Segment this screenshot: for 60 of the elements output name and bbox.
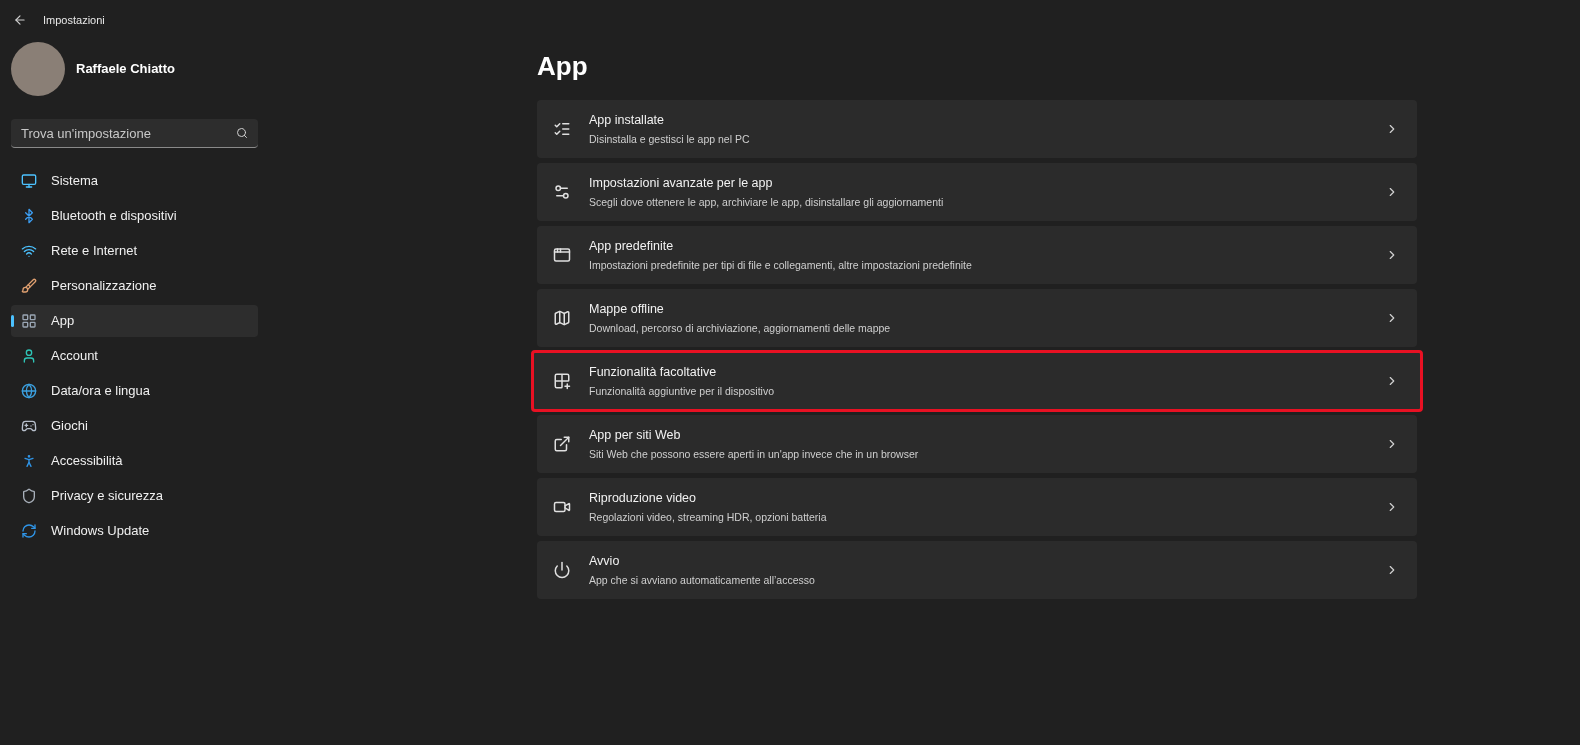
user-name: Raffaele Chiatto — [76, 60, 175, 79]
nav-item[interactable]: Data/ora e lingua — [11, 375, 258, 407]
person-icon — [21, 453, 37, 469]
card-subtitle: Regolazioni video, streaming HDR, opzioni batteria — [589, 509, 828, 525]
settings-card[interactable]: Mappe offline Download, percorso di archiviazione, aggiornamenti delle mappe — [537, 289, 1417, 347]
settings-card[interactable]: Funzionalità facoltative Funzionalità aggiuntive per il dispositivo — [531, 350, 1423, 412]
nav-item[interactable]: Bluetooth e dispositivi — [11, 200, 258, 232]
nav-item[interactable]: Windows Update — [11, 515, 258, 547]
card-subtitle: Funzionalità aggiuntive per il dispositivo — [589, 383, 776, 399]
settings-card[interactable]: Avvio App che si avviano automaticamente all’accesso — [537, 541, 1417, 599]
selection-indicator — [11, 315, 14, 327]
avatar — [11, 42, 65, 96]
card-subtitle: App che si avviano automaticamente all’accesso — [589, 572, 816, 588]
page-title: App — [537, 50, 589, 82]
card-subtitle: Impostazioni predefinite per tipi di file e collegamenti, altre impostazioni predefinite — [589, 257, 973, 273]
settings-icon — [553, 183, 571, 201]
search-icon[interactable] — [236, 127, 248, 139]
settings-card[interactable]: Riproduzione video Regolazioni video, streaming HDR, opzioni batteria — [537, 478, 1417, 536]
monitor-icon — [21, 173, 37, 189]
nav-item[interactable]: Rete e Internet — [11, 235, 258, 267]
nav-item[interactable]: Personalizzazione — [11, 270, 258, 302]
nav-item[interactable]: Accessibilità — [11, 445, 258, 477]
card-title: App installate — [589, 111, 666, 129]
card-title: App predefinite — [589, 237, 675, 255]
card-subtitle: Download, percorso di archiviazione, aggiornamenti delle mappe — [589, 320, 892, 336]
external-link-icon — [553, 435, 571, 453]
back-icon[interactable] — [13, 13, 27, 27]
card-title: App per siti Web — [589, 426, 682, 444]
card-subtitle: Scegli dove ottenere le app, archiviare le app, disinstallare gli aggiornamenti — [589, 194, 945, 210]
settings-card[interactable]: App per siti Web Siti Web che possono essere aperti in un'app invece che in un browser — [537, 415, 1417, 473]
nav-item[interactable]: App — [11, 305, 258, 337]
card-subtitle: Disinstalla e gestisci le app nel PC — [589, 131, 751, 147]
card-title: Mappe offline — [589, 300, 665, 318]
gamepad-icon — [21, 418, 37, 434]
brush-icon — [21, 278, 37, 294]
nav-item[interactable]: Account — [11, 340, 258, 372]
nav-item[interactable]: Giochi — [11, 410, 258, 442]
search-field[interactable]: Trova un'impostazione — [11, 119, 258, 148]
settings-card[interactable]: Impostazioni avanzate per le app Scegli dove ottenere le app, archiviare le app, disinstallare gli aggiornamenti — [537, 163, 1417, 221]
list-icon — [553, 120, 571, 138]
nav-item[interactable]: Privacy e sicurezza — [11, 480, 258, 512]
card-title: Funzionalità facoltative — [589, 363, 718, 381]
settings-card[interactable]: App installate Disinstalla e gestisci le app nel PC — [537, 100, 1417, 158]
map-icon — [553, 309, 571, 327]
card-subtitle: Siti Web che possono essere aperti in un'app invece che in un browser — [589, 446, 920, 462]
window-icon — [553, 246, 571, 264]
window-title: Impostazioni — [43, 12, 105, 28]
nav-item[interactable]: Sistema — [11, 165, 258, 197]
person-icon — [21, 348, 37, 364]
card-title: Avvio — [589, 552, 621, 570]
globe-icon — [21, 383, 37, 399]
settings-card[interactable]: App predefinite Impostazioni predefinite per tipi di file e collegamenti, altre impostazioni predefinite — [537, 226, 1417, 284]
grid-plus-icon — [553, 372, 571, 390]
grid-icon — [21, 313, 37, 329]
refresh-icon — [21, 523, 37, 539]
shield-icon — [21, 488, 37, 504]
wifi-icon — [21, 243, 37, 259]
power-icon — [553, 561, 571, 579]
card-title: Riproduzione video — [589, 489, 697, 507]
card-title: Impostazioni avanzate per le app — [589, 174, 774, 192]
